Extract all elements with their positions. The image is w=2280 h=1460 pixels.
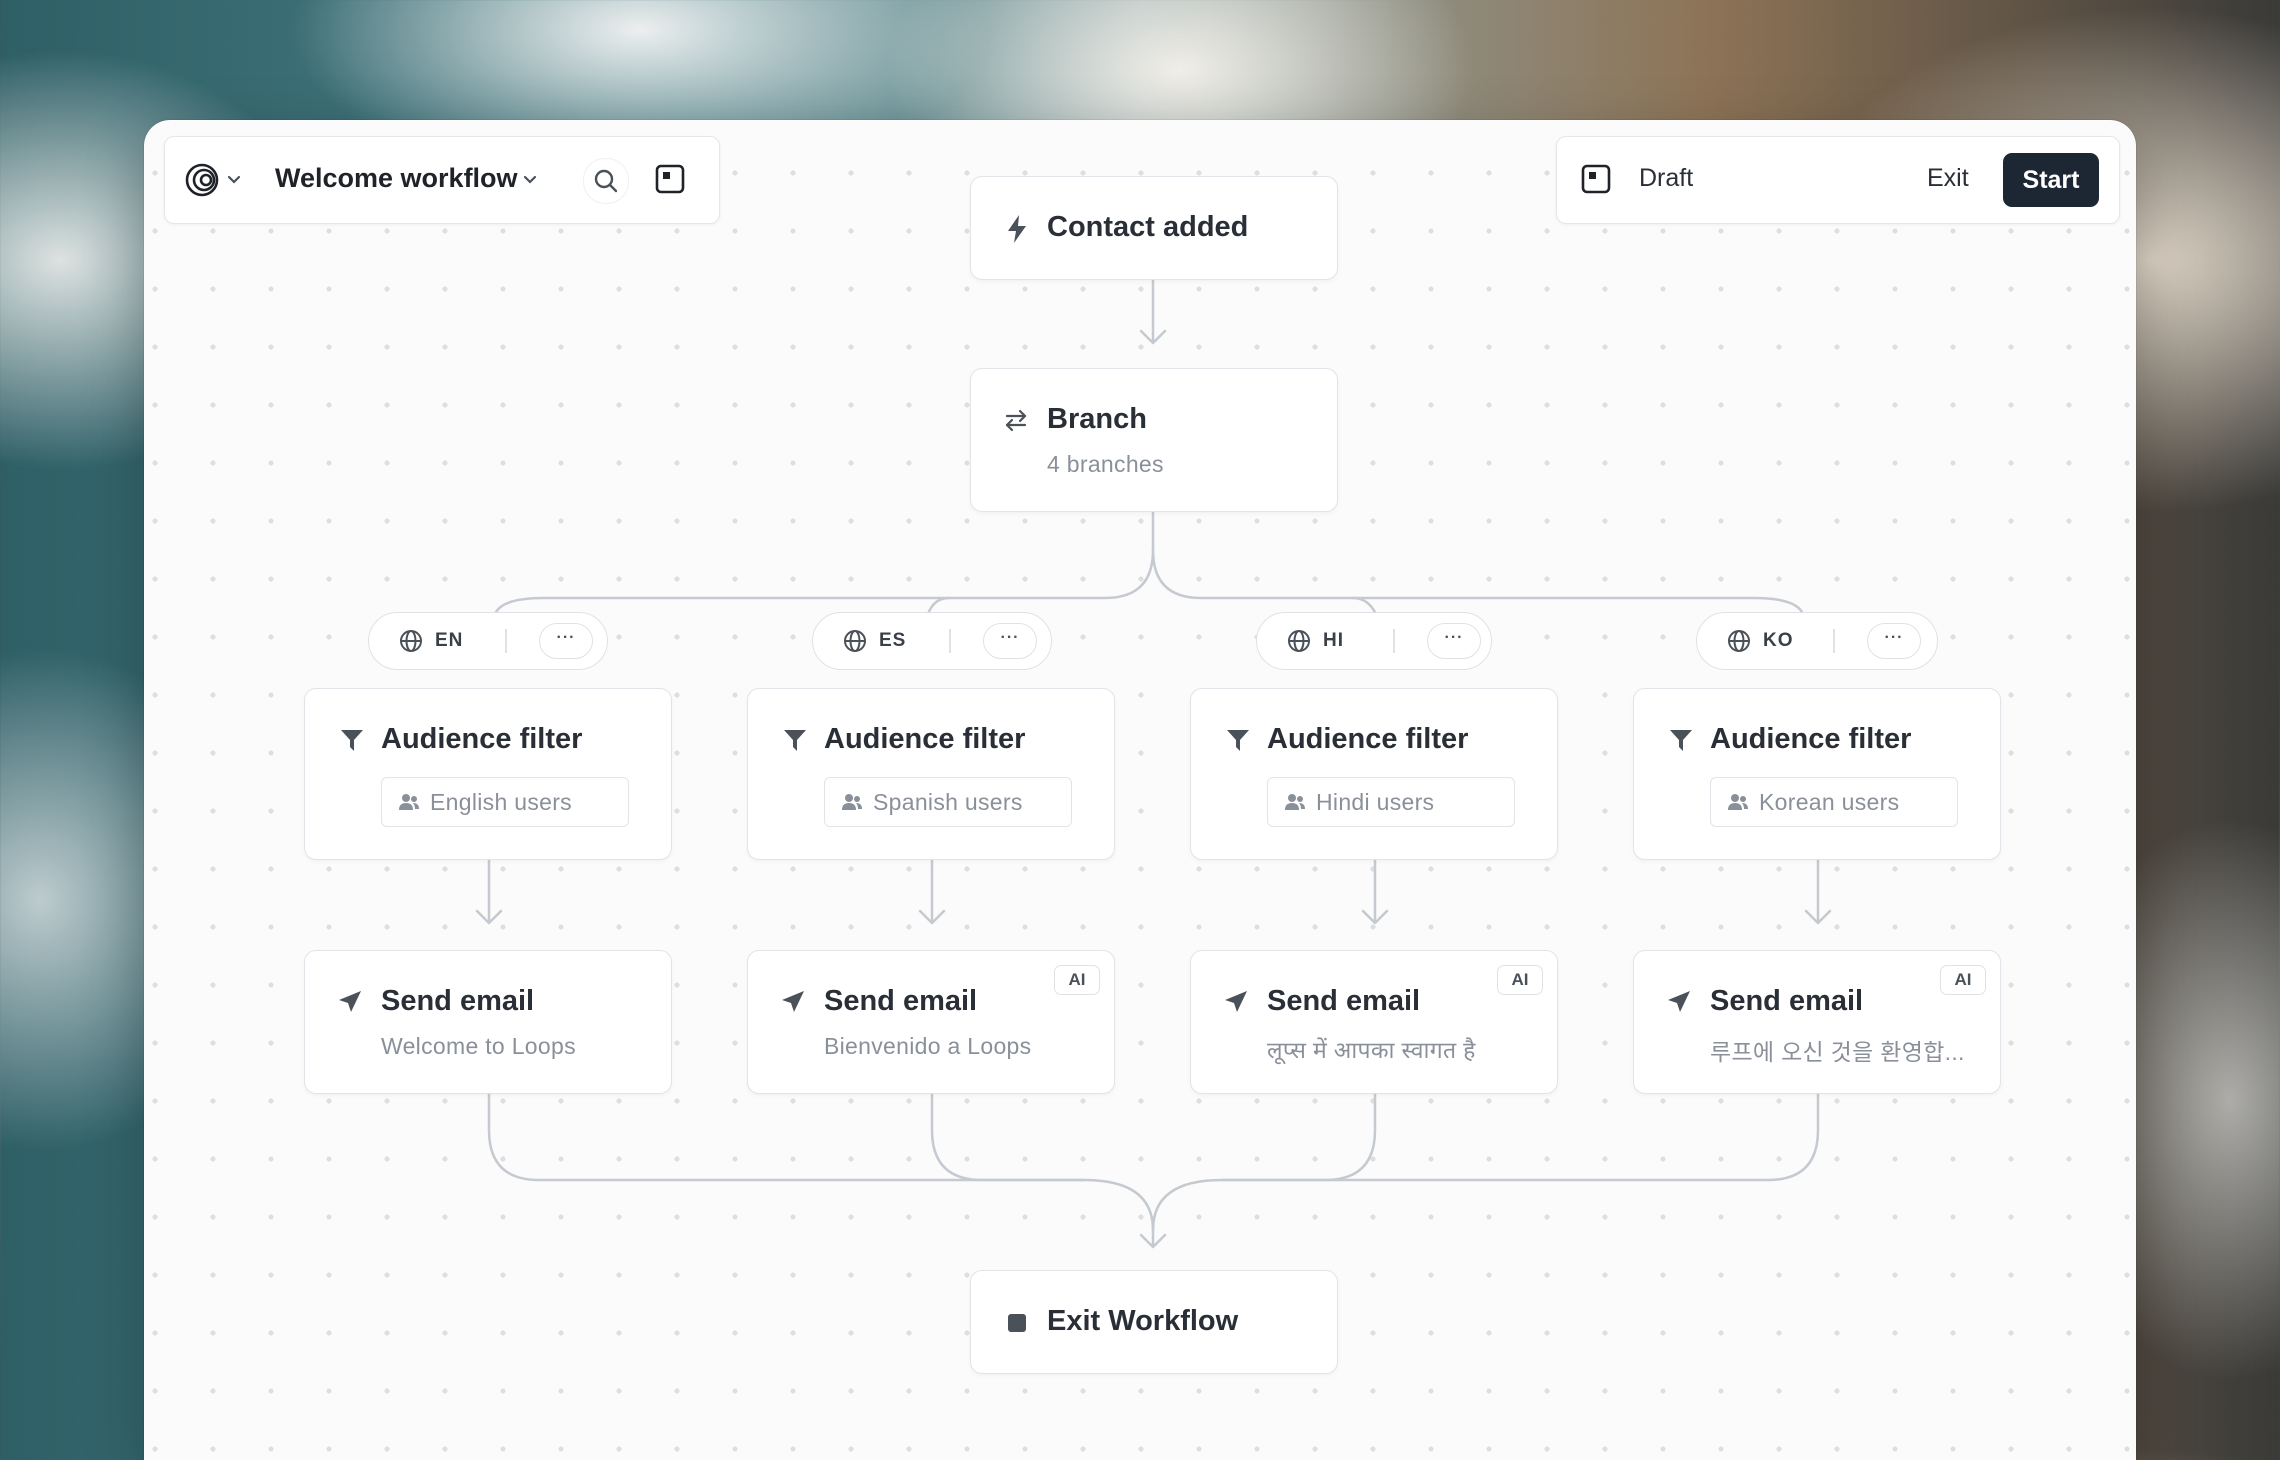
send-icon — [1223, 989, 1249, 1020]
send-icon — [1666, 989, 1692, 1020]
ai-badge: AI — [1497, 965, 1543, 995]
node-title: Audience filter — [824, 723, 1026, 755]
send-email-node-ko[interactable]: Send email 루프에 오신 것을 환영합... AI — [1633, 950, 2001, 1094]
filter-icon — [782, 727, 808, 758]
node-title: Exit Workflow — [1047, 1305, 1239, 1337]
globe-icon — [1287, 629, 1311, 658]
audience-label: Spanish users — [873, 789, 1023, 815]
language-code: KO — [1763, 630, 1794, 651]
node-title: Audience filter — [1267, 723, 1469, 755]
language-code: HI — [1323, 630, 1344, 651]
more-options-button[interactable]: ··· — [539, 623, 593, 659]
chevron-down-icon[interactable] — [523, 175, 537, 185]
users-icon — [1727, 792, 1749, 817]
email-subject: लूप्स में आपका स्वागत है — [1267, 1037, 1476, 1063]
workflow-toolbar: Welcome workflow — [164, 136, 720, 224]
send-icon — [780, 989, 806, 1020]
node-title: Send email — [1710, 985, 1864, 1017]
globe-icon — [399, 629, 423, 658]
workflow-name[interactable]: Welcome workflow — [275, 163, 518, 194]
chevron-down-icon[interactable] — [227, 175, 241, 185]
more-options-button[interactable]: ··· — [1427, 623, 1481, 659]
exit-workflow-node[interactable]: Exit Workflow — [970, 1270, 1338, 1374]
audience-filter-node-ko[interactable]: Audience filter Korean users — [1633, 688, 2001, 860]
branch-pill-en[interactable]: EN ··· — [368, 612, 608, 670]
node-title: Send email — [1267, 985, 1421, 1017]
audience-selector[interactable]: Hindi users — [1267, 777, 1515, 827]
audience-filter-node-es[interactable]: Audience filter Spanish users — [747, 688, 1115, 860]
node-title: Contact added — [1047, 211, 1249, 243]
status-toolbar: Draft Exit Start — [1556, 136, 2120, 224]
exit-button[interactable]: Exit — [1927, 164, 1969, 193]
branch-arrows-icon — [1003, 407, 1029, 438]
workflow-canvas[interactable]: Welcome workflow Draft Exit Start Contac… — [144, 120, 2136, 1460]
branch-node[interactable]: Branch 4 branches — [970, 368, 1338, 512]
email-subject: 루프에 오신 것을 환영합... — [1710, 1039, 1965, 1065]
globe-icon — [843, 629, 867, 658]
node-title: Audience filter — [1710, 723, 1912, 755]
node-title: Audience filter — [381, 723, 583, 755]
audience-label: English users — [430, 789, 572, 815]
audience-selector[interactable]: Spanish users — [824, 777, 1072, 827]
send-icon — [337, 989, 363, 1020]
users-icon — [1284, 792, 1306, 817]
email-subject: Bienvenido a Loops — [824, 1033, 1032, 1059]
node-subtitle: 4 branches — [1047, 451, 1164, 477]
branch-pill-hi[interactable]: HI ··· — [1256, 612, 1492, 670]
search-button[interactable] — [583, 158, 629, 204]
send-email-node-hi[interactable]: Send email लूप्स में आपका स्वागत है AI — [1190, 950, 1558, 1094]
audience-filter-node-hi[interactable]: Audience filter Hindi users — [1190, 688, 1558, 860]
divider — [949, 629, 951, 653]
node-title: Branch — [1047, 403, 1147, 435]
send-email-node-en[interactable]: Send email Welcome to Loops — [304, 950, 672, 1094]
panel-icon[interactable] — [1581, 164, 1611, 194]
audience-label: Hindi users — [1316, 789, 1435, 815]
trigger-node[interactable]: Contact added — [970, 176, 1338, 280]
audience-label: Korean users — [1759, 789, 1900, 815]
loops-logo-icon[interactable] — [183, 163, 221, 197]
branch-pill-es[interactable]: ES ··· — [812, 612, 1052, 670]
lightning-icon — [1005, 214, 1029, 249]
more-options-button[interactable]: ··· — [983, 623, 1037, 659]
audience-selector[interactable]: English users — [381, 777, 629, 827]
ai-badge: AI — [1940, 965, 1986, 995]
filter-icon — [1668, 727, 1694, 758]
divider — [505, 629, 507, 653]
branch-pill-ko[interactable]: KO ··· — [1696, 612, 1938, 670]
ai-badge: AI — [1054, 965, 1100, 995]
more-options-button[interactable]: ··· — [1867, 623, 1921, 659]
divider — [1393, 629, 1395, 653]
email-subject: Welcome to Loops — [381, 1033, 576, 1059]
send-email-node-es[interactable]: Send email Bienvenido a Loops AI — [747, 950, 1115, 1094]
audience-selector[interactable]: Korean users — [1710, 777, 1958, 827]
filter-icon — [339, 727, 365, 758]
audience-filter-node-en[interactable]: Audience filter English users — [304, 688, 672, 860]
divider — [1833, 629, 1835, 653]
status-label: Draft — [1639, 164, 1694, 192]
globe-icon — [1727, 629, 1751, 658]
users-icon — [398, 792, 420, 817]
filter-icon — [1225, 727, 1251, 758]
stop-icon — [1007, 1313, 1027, 1338]
users-icon — [841, 792, 863, 817]
language-code: ES — [879, 630, 907, 651]
start-button[interactable]: Start — [2003, 153, 2099, 207]
search-icon — [593, 168, 619, 194]
panel-icon[interactable] — [655, 164, 685, 194]
node-title: Send email — [381, 985, 535, 1017]
node-title: Send email — [824, 985, 978, 1017]
language-code: EN — [435, 630, 464, 651]
